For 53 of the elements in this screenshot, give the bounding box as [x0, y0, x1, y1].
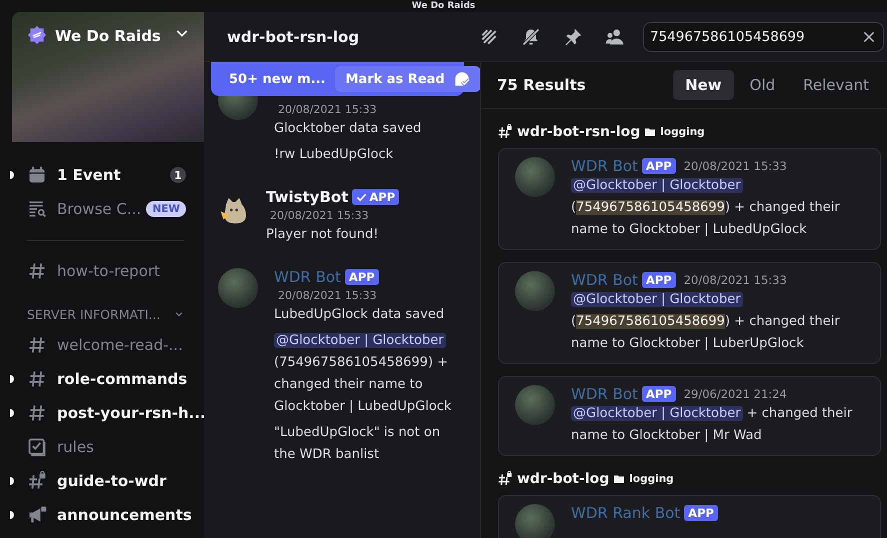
message-text: @Glocktober | Glocktober + changed their name to Glocktober | Mr Wad	[571, 405, 854, 445]
app-tag: APP	[352, 189, 400, 205]
sidebar-item[interactable]: guide-to-wdr	[0, 464, 204, 498]
category-label[interactable]: SERVER INFORMATI...	[27, 306, 174, 322]
window-title: We Do Raids	[412, 0, 476, 12]
sort-tab[interactable]: Old	[738, 70, 788, 100]
message-text: LubedUpGlock data saved	[274, 306, 446, 324]
result-card[interactable]: WDR Rank Bot APP	[498, 495, 881, 538]
timestamp: 20/08/2021 15:33	[684, 159, 787, 173]
category-name: logging	[660, 126, 705, 138]
search-field[interactable]: 754967586105458699	[643, 22, 884, 52]
app-tag: APP	[642, 386, 676, 402]
app-tag: APP	[642, 158, 676, 174]
message-text: Glocktober data saved	[274, 120, 422, 138]
timestamp: 20/08/2021 15:33	[684, 273, 787, 287]
sidebar-item[interactable]: post-your-rsn-h...	[0, 396, 204, 430]
message-text: "LubedUpGlock" is not on the WDR banlist	[274, 424, 442, 464]
timestamp: 20/08/2021 15:33	[270, 209, 370, 222]
author-name[interactable]: TwistyBot	[266, 188, 348, 206]
author-name[interactable]: WDR Bot	[274, 268, 341, 286]
message-text: @Glocktober | Glocktober (754967586105458699) + changed their name to Glocktober | LubedUpGlock	[571, 177, 841, 239]
category-name: logging	[629, 473, 674, 485]
message-text: !rw LubedUpGlock	[274, 146, 394, 164]
timestamp: 20/08/2021 15:33	[278, 103, 378, 116]
sort-tab[interactable]: New	[673, 70, 734, 100]
sidebar-item[interactable]: Browse C... NEW	[0, 192, 204, 226]
app-tag: APP	[344, 269, 379, 285]
app-tag: APP	[642, 272, 676, 288]
timestamp: 29/06/2021 21:24	[684, 387, 787, 401]
mark-as-read-button[interactable]: Mark as Read	[335, 66, 480, 92]
sidebar-item[interactable]: welcome-read-...	[0, 328, 204, 362]
new-messages-text[interactable]: 50+ new m...	[229, 72, 326, 86]
channel-name[interactable]: wdr-bot-log	[517, 471, 610, 487]
app-tag: APP	[684, 505, 718, 521]
message-text: @Glocktober | Glocktober (754967586105458699) + changed their name to Glocktober | LubedUpGlock	[274, 332, 452, 416]
server-name: We Do Raids	[55, 26, 162, 47]
message-text: @Glocktober | Glocktober (754967586105458699) + changed their name to Glocktober | LuberUpGlock	[571, 291, 841, 353]
message-text: Player not found!	[266, 226, 380, 244]
sort-tab[interactable]: Relevant	[791, 70, 881, 100]
results-count: 75 Results	[497, 76, 587, 94]
sidebar-item[interactable]: announcements	[0, 498, 204, 532]
result-card[interactable]: WDR Bot APP 20/08/2021 15:33 @Glocktober | Glocktober (754967586105458699) + changed their name to Glocktober | LuberUpGlock	[498, 262, 881, 364]
sidebar-item[interactable]: role-commands	[0, 362, 204, 396]
timestamp: 20/08/2021 15:33	[278, 289, 378, 302]
new-badge: NEW	[146, 201, 186, 217]
sidebar-item[interactable]: rules	[0, 430, 204, 464]
result-card[interactable]: WDR Bot APP 29/06/2021 21:24 @Glocktober | Glocktober + changed their name to Glocktober | Mr Wad	[498, 376, 881, 456]
channel-name[interactable]: wdr-bot-rsn-log	[517, 124, 640, 140]
count-badge: 1	[170, 167, 186, 183]
sidebar-item[interactable]: 1 Event 1	[0, 158, 204, 192]
sidebar-item[interactable]: how-to-report	[0, 254, 204, 288]
channel-title: wdr-bot-rsn-log	[227, 28, 360, 46]
result-card[interactable]: WDR Bot APP 20/08/2021 15:33 @Glocktober | Glocktober (754967586105458699) + changed their name to Glocktober | LubedUpGlock	[498, 148, 881, 250]
